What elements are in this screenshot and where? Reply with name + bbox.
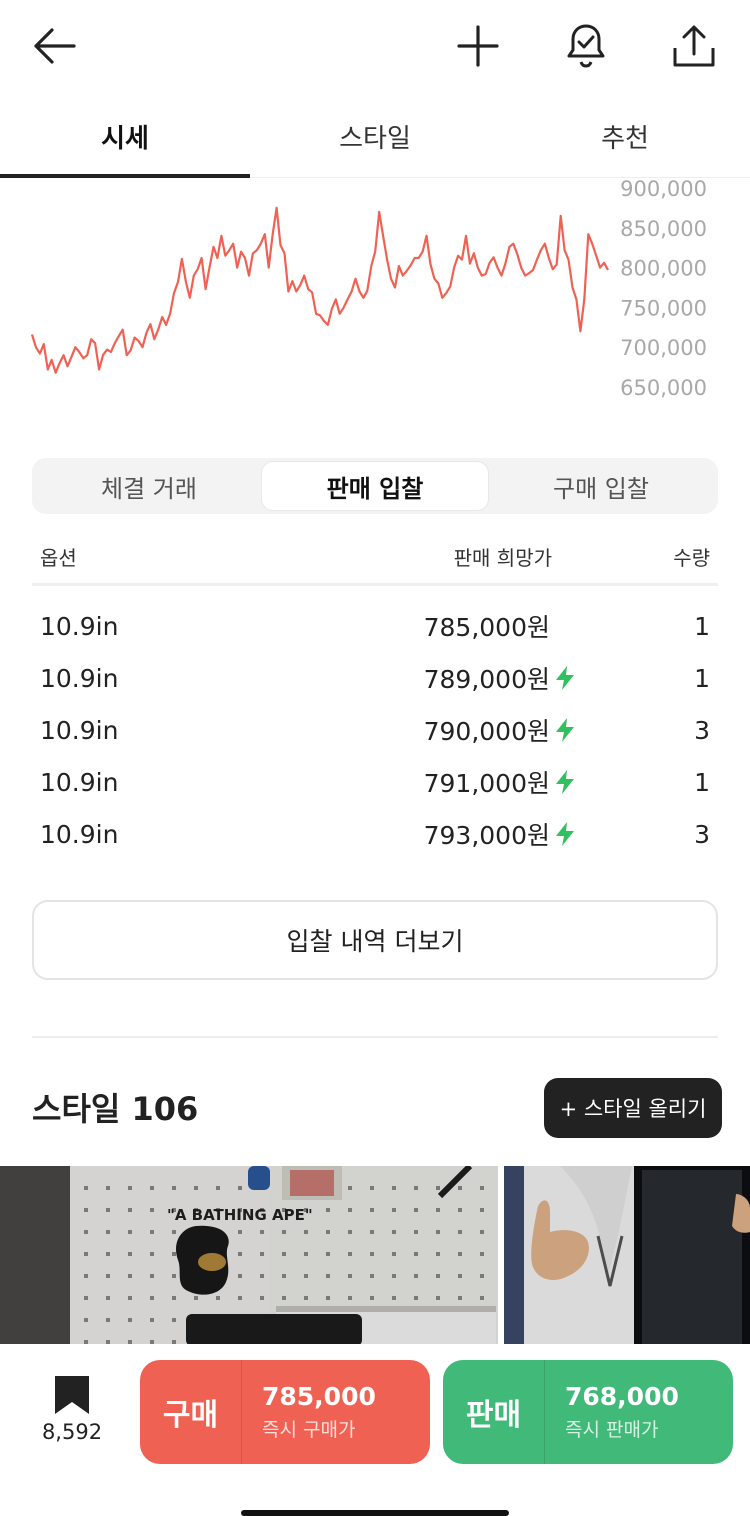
y-tick-label: 900,000 (620, 178, 707, 201)
bell-check-icon[interactable] (558, 18, 614, 74)
segment-sell-bids[interactable]: 판매 입찰 (262, 462, 488, 510)
row-price: 785,000원 (423, 613, 550, 642)
lightning-icon (556, 666, 574, 690)
upload-style-button[interactable]: + 스타일 올리기 (544, 1078, 722, 1138)
row-option: 10.9in (40, 767, 119, 797)
table-row: 10.9in 791,000원 1 (32, 756, 718, 808)
style-section-title: 스타일 106 (32, 1090, 199, 1128)
y-tick-label: 800,000 (620, 257, 707, 281)
y-tick-label: 850,000 (620, 217, 707, 241)
plus-icon[interactable] (450, 18, 506, 74)
row-price: 789,000원 (423, 665, 550, 694)
bid-segment-control: 체결 거래 판매 입찰 구매 입찰 (32, 458, 718, 514)
bookmark-count: 8,592 (41, 1420, 103, 1444)
row-price: 793,000원 (423, 821, 550, 850)
home-indicator (241, 1510, 509, 1516)
y-tick-label: 650,000 (620, 376, 707, 400)
flash-icon-slot (550, 665, 580, 691)
table-row: 10.9in 789,000원 1 (32, 652, 718, 704)
lightning-icon (556, 770, 574, 794)
lightning-icon (556, 718, 574, 742)
flash-icon-slot (550, 769, 580, 795)
table-row: 10.9in 785,000원 1 (32, 600, 718, 652)
tab-style[interactable]: 스타일 (250, 96, 500, 177)
bookmark-icon (55, 1376, 89, 1414)
table-row: 10.9in 793,000원 3 (32, 808, 718, 860)
header-option: 옵션 (40, 546, 77, 570)
price-chart[interactable]: 900,000 850,000 800,000 750,000 700,000 650,0… (0, 177, 750, 418)
row-qty: 3 (694, 819, 710, 849)
flash-icon-slot (550, 717, 580, 743)
row-option: 10.9in (40, 663, 119, 693)
table-header: 옵션 판매 희망가 수량 (32, 530, 718, 586)
main-tabs: 시세 스타일 추천 (0, 96, 750, 178)
bookmark-button[interactable]: 8,592 (30, 1374, 114, 1454)
back-arrow-icon[interactable] (26, 18, 82, 74)
flash-icon-slot (550, 821, 580, 847)
row-option: 10.9in (40, 715, 119, 745)
sell-price: 768,000 (565, 1382, 679, 1411)
buy-button[interactable]: 구매 785,000 즉시 구매가 (140, 1360, 430, 1464)
header-price: 판매 희망가 (453, 546, 552, 570)
sell-button[interactable]: 판매 768,000 즉시 판매가 (443, 1360, 733, 1464)
row-qty: 1 (694, 611, 710, 641)
row-qty: 1 (694, 767, 710, 797)
lightning-icon (556, 822, 574, 846)
row-option: 10.9in (40, 611, 119, 641)
y-tick-label: 700,000 (620, 336, 707, 360)
segment-buy-bids[interactable]: 구매 입찰 (488, 462, 714, 510)
buy-subtitle: 즉시 구매가 (262, 1419, 356, 1441)
header-qty: 수량 (673, 546, 710, 570)
style-photo-1[interactable]: "A BATHING APE" 6 (0, 1166, 498, 1346)
tab-recommend[interactable]: 추천 (500, 96, 750, 177)
style-photo-2[interactable] (504, 1166, 750, 1346)
tab-price[interactable]: 시세 (0, 96, 250, 178)
row-option: 10.9in (40, 819, 119, 849)
row-qty: 3 (694, 715, 710, 745)
top-bar (0, 0, 750, 96)
row-price: 790,000원 (423, 717, 550, 746)
share-icon[interactable] (666, 18, 722, 74)
sell-label: 판매 (443, 1360, 545, 1464)
table-row: 10.9in 790,000원 3 (32, 704, 718, 756)
price-series-line (30, 206, 609, 374)
row-price: 791,000원 (423, 769, 550, 798)
sell-subtitle: 즉시 판매가 (565, 1419, 659, 1441)
more-bids-button[interactable]: 입찰 내역 더보기 (32, 900, 718, 980)
row-qty: 1 (694, 663, 710, 693)
segment-completed-trades[interactable]: 체결 거래 (36, 462, 262, 510)
table-body: 10.9in 785,000원 1 10.9in 789,000원 1 10.9in 790,… (32, 586, 718, 860)
section-divider (32, 1036, 718, 1038)
buy-label: 구매 (140, 1360, 242, 1464)
style-photos: "A BATHING APE" 6 (0, 1166, 750, 1346)
y-tick-label: 750,000 (620, 296, 707, 320)
bottom-action-bar: 8,592 구매 785,000 즉시 구매가 판매 768,000 즉시 판매… (0, 1344, 750, 1516)
buy-price: 785,000 (262, 1382, 376, 1411)
bid-table: 옵션 판매 희망가 수량 10.9in 785,000원 1 10.9in 789,00… (32, 530, 718, 860)
